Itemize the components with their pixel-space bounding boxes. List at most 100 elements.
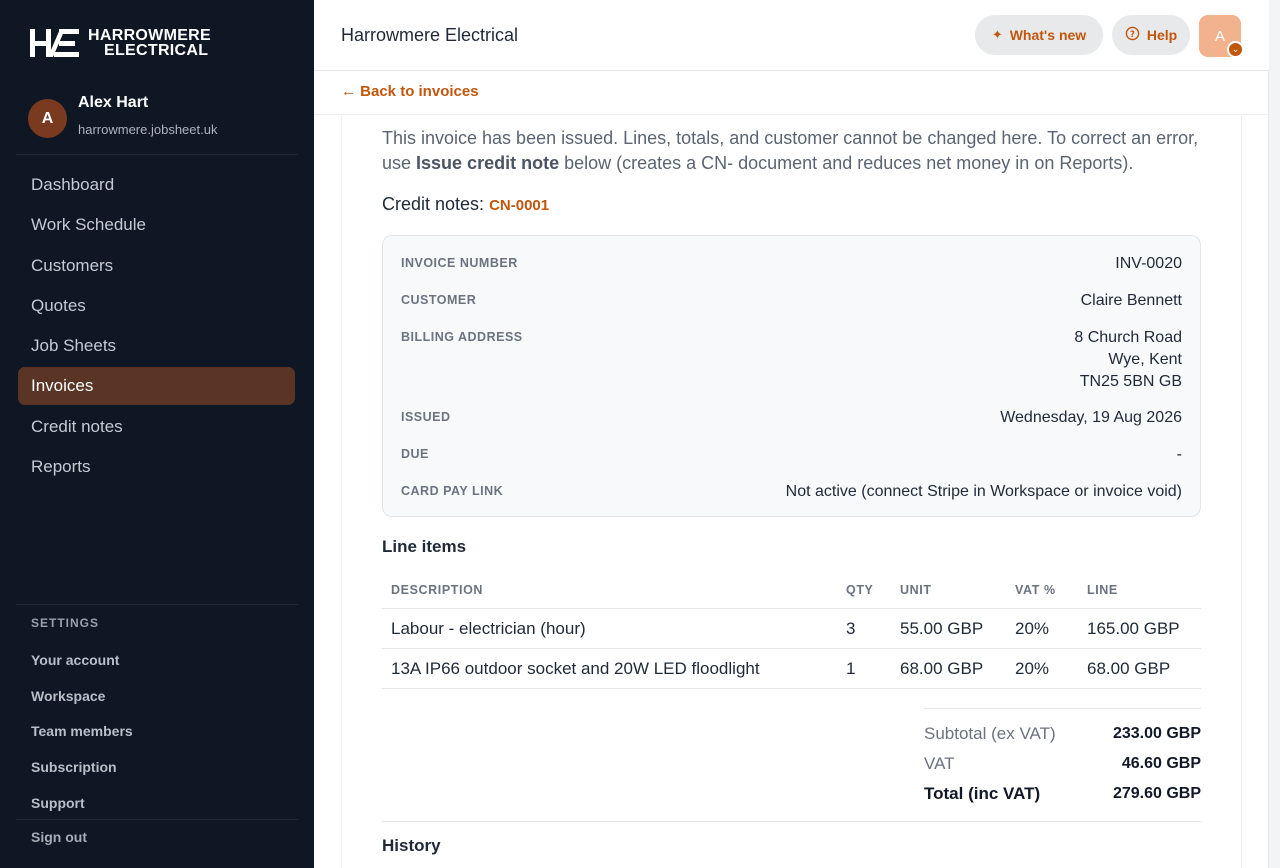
company-name: Harrowmere Electrical bbox=[341, 25, 519, 45]
table-row: 13A IP66 outdoor socket and 20W LED floo… bbox=[382, 649, 1201, 689]
sparkle-icon: ✦ bbox=[991, 27, 1003, 42]
nav-item-credit-notes[interactable]: Credit notes bbox=[18, 408, 295, 446]
column-header-line: LINE bbox=[1087, 583, 1118, 597]
billing-line: 8 Church Road bbox=[1074, 329, 1182, 346]
subtotal-value: 233.00 GBP bbox=[1112, 725, 1201, 742]
customer-value: Claire Bennett bbox=[1080, 292, 1182, 309]
svg-text:?: ? bbox=[1130, 29, 1135, 39]
cell-vat: 20% bbox=[1015, 619, 1050, 638]
help-label: Help bbox=[1146, 27, 1178, 43]
user-name: Alex Hart bbox=[78, 93, 149, 111]
subtotal-row: Subtotal (ex VAT) 233.00 GBP bbox=[924, 719, 1201, 749]
credit-note-link[interactable]: CN-0001 bbox=[489, 197, 549, 214]
settings-nav: Your account Workspace Team members Subs… bbox=[31, 642, 133, 820]
detail-row-due: DUE - bbox=[401, 444, 1182, 466]
total-label: Total (inc VAT) bbox=[924, 784, 1041, 803]
issued-value: Wednesday, 19 Aug 2026 bbox=[1000, 409, 1182, 426]
vat-label: VAT bbox=[924, 754, 955, 773]
brand-logo[interactable]: HARROWMERE ELECTRICAL bbox=[30, 27, 211, 59]
billing-address-value: 8 Church Road Wye, Kent TN25 5BN GB bbox=[1074, 327, 1182, 393]
subtotal-label: Subtotal (ex VAT) bbox=[924, 724, 1056, 743]
sidebar-divider bbox=[16, 154, 298, 155]
brand-line1: HARROWMERE bbox=[88, 27, 211, 44]
settings-item-your-account[interactable]: Your account bbox=[31, 642, 133, 678]
chevron-down-icon: ⌄ bbox=[1227, 41, 1244, 58]
billing-line: TN25 5BN GB bbox=[1079, 373, 1182, 390]
issued-notice: This invoice has been issued. Lines, tot… bbox=[382, 126, 1212, 176]
nav-item-invoices[interactable]: Invoices bbox=[18, 367, 295, 406]
nav-item-job-sheets[interactable]: Job Sheets bbox=[18, 327, 295, 365]
cell-vat: 20% bbox=[1015, 659, 1050, 678]
column-header-vat: VAT % bbox=[1015, 583, 1056, 597]
settings-item-subscription[interactable]: Subscription bbox=[31, 749, 133, 785]
sidebar: HARROWMERE ELECTRICAL A Alex Hart harrow… bbox=[0, 0, 314, 868]
totals-block: Subtotal (ex VAT) 233.00 GBP VAT 46.60 G… bbox=[924, 708, 1201, 809]
notice-text-after: below (creates a CN- document and reduce… bbox=[559, 153, 1134, 173]
vat-value: 46.60 GBP bbox=[1121, 755, 1201, 772]
nav-item-customers[interactable]: Customers bbox=[18, 247, 295, 285]
sidebar-divider bbox=[16, 819, 298, 820]
settings-item-workspace[interactable]: Workspace bbox=[31, 678, 133, 714]
invoice-detail: This invoice has been issued. Lines, tot… bbox=[341, 116, 1242, 868]
detail-label: DUE bbox=[401, 447, 429, 461]
cell-unit: 55.00 GBP bbox=[900, 619, 984, 638]
account-menu-button[interactable]: A ⌄ bbox=[1199, 15, 1244, 58]
settings-heading: SETTINGS bbox=[31, 616, 100, 630]
nav-item-quotes[interactable]: Quotes bbox=[18, 287, 295, 325]
invoice-details-card: INVOICE NUMBER INV-0020 CUSTOMER Claire … bbox=[382, 235, 1201, 517]
help-circle-icon: ? bbox=[1125, 26, 1140, 44]
cell-qty: 3 bbox=[846, 619, 856, 638]
card-pay-link-value: Not active (connect Stripe in Workspace … bbox=[785, 483, 1182, 500]
history-heading: History bbox=[382, 836, 441, 855]
cell-line: 165.00 GBP bbox=[1087, 619, 1180, 638]
settings-item-support[interactable]: Support bbox=[31, 785, 133, 821]
back-bar: ← Back to invoices bbox=[314, 72, 1269, 115]
detail-label: INVOICE NUMBER bbox=[401, 256, 518, 270]
account-avatar-initial: A bbox=[1214, 27, 1225, 45]
back-to-invoices-link[interactable]: ← Back to invoices bbox=[341, 83, 479, 100]
cell-unit: 68.00 GBP bbox=[900, 659, 984, 678]
logo-mark-icon bbox=[30, 29, 79, 57]
detail-label: BILLING ADDRESS bbox=[401, 330, 523, 344]
invoice-number-value: INV-0020 bbox=[1115, 255, 1182, 272]
total-row: Total (inc VAT) 279.60 GBP bbox=[924, 779, 1201, 809]
line-items-heading: Line items bbox=[382, 537, 467, 556]
cell-description: Labour - electrician (hour) bbox=[391, 619, 586, 638]
main-content: Harrowmere Electrical ✦ What's new ? Hel… bbox=[314, 0, 1269, 868]
whats-new-button[interactable]: ✦ What's new bbox=[975, 15, 1103, 55]
detail-row-card-pay-link: CARD PAY LINK Not active (connect Stripe… bbox=[401, 481, 1182, 503]
settings-item-team-members[interactable]: Team members bbox=[31, 713, 133, 749]
brand-line2: ELECTRICAL bbox=[104, 42, 209, 59]
brand-name: HARROWMERE ELECTRICAL bbox=[88, 27, 211, 59]
billing-line: Wye, Kent bbox=[1108, 351, 1182, 368]
detail-row-billing-address: BILLING ADDRESS 8 Church Road Wye, Kent … bbox=[401, 327, 1182, 393]
user-avatar: A bbox=[28, 99, 67, 138]
due-value: - bbox=[1176, 446, 1182, 463]
detail-label: CUSTOMER bbox=[401, 293, 477, 307]
whats-new-label: What's new bbox=[1009, 27, 1087, 43]
nav-item-dashboard[interactable]: Dashboard bbox=[18, 166, 295, 204]
nav-item-work-schedule[interactable]: Work Schedule bbox=[18, 206, 295, 244]
vat-row: VAT 46.60 GBP bbox=[924, 749, 1201, 779]
cell-description: 13A IP66 outdoor socket and 20W LED floo… bbox=[391, 659, 760, 678]
total-value: 279.60 GBP bbox=[1112, 785, 1201, 802]
user-profile: A Alex Hart harrowmere.jobsheet.uk bbox=[28, 94, 217, 138]
sign-out-link[interactable]: Sign out bbox=[31, 829, 87, 845]
detail-label: ISSUED bbox=[401, 410, 451, 424]
table-row: Labour - electrician (hour) 3 55.00 GBP … bbox=[382, 609, 1201, 649]
main-nav: Dashboard Work Schedule Customers Quotes… bbox=[18, 166, 295, 488]
nav-item-reports[interactable]: Reports bbox=[18, 448, 295, 486]
column-header-qty: QTY bbox=[846, 583, 874, 597]
page-scrollbar[interactable] bbox=[1269, 0, 1280, 868]
top-bar: Harrowmere Electrical ✦ What's new ? Hel… bbox=[314, 0, 1269, 71]
column-header-description: DESCRIPTION bbox=[391, 583, 484, 597]
column-header-unit: UNIT bbox=[900, 583, 932, 597]
detail-label: CARD PAY LINK bbox=[401, 484, 504, 498]
detail-row-customer: CUSTOMER Claire Bennett bbox=[401, 290, 1182, 312]
credit-notes-line: Credit notes: CN-0001 bbox=[382, 194, 549, 215]
help-button[interactable]: ? Help bbox=[1112, 15, 1190, 55]
detail-row-issued: ISSUED Wednesday, 19 Aug 2026 bbox=[401, 407, 1182, 429]
detail-row-invoice-number: INVOICE NUMBER INV-0020 bbox=[401, 253, 1182, 275]
table-header: DESCRIPTION QTY UNIT VAT % LINE bbox=[382, 571, 1201, 609]
history-divider bbox=[382, 821, 1201, 822]
